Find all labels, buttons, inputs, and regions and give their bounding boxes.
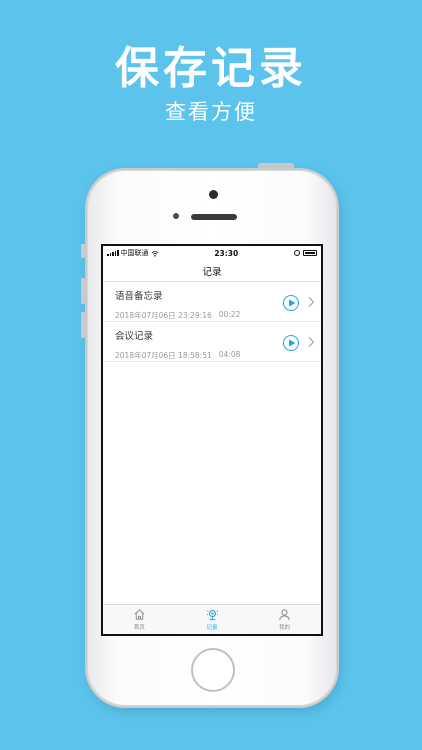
record-row[interactable]: 会议记录 2018年07月06日 18:58:51 04:08 xyxy=(103,322,321,362)
record-icon xyxy=(206,610,218,621)
record-list: 语音备忘录 2018年07月06日 23:29:16 00:22 会议记录 20… xyxy=(103,282,321,362)
home-button[interactable] xyxy=(191,648,235,692)
status-bar: 中国联通 23:30 xyxy=(103,246,321,260)
play-button[interactable] xyxy=(283,335,299,351)
tab-bar: 首页 记录 我的 xyxy=(103,604,321,634)
wifi-icon xyxy=(151,250,158,257)
earpiece-speaker xyxy=(191,214,237,220)
play-button[interactable] xyxy=(283,295,299,311)
tab-home[interactable]: 首页 xyxy=(103,605,176,634)
front-camera xyxy=(209,190,218,199)
status-time: 23:30 xyxy=(214,248,239,258)
home-icon xyxy=(134,609,145,620)
promo-headline: 保存记录 xyxy=(115,43,307,94)
tab-label: 首页 xyxy=(133,625,145,631)
record-duration: 04:08 xyxy=(218,350,241,359)
chevron-right-icon xyxy=(308,337,315,347)
profile-icon xyxy=(279,609,290,621)
tab-label: 记录 xyxy=(206,625,218,631)
battery-icon xyxy=(303,250,317,256)
tab-profile[interactable]: 我的 xyxy=(248,605,321,634)
promo-subline: 查看方便 xyxy=(165,100,257,124)
record-duration: 00:22 xyxy=(218,310,241,319)
play-icon xyxy=(288,339,295,347)
page-title: 记录 xyxy=(202,266,222,278)
record-datetime: 2018年07月06日 23:29:16 xyxy=(115,311,212,320)
orientation-lock-icon xyxy=(294,250,300,256)
proximity-sensor xyxy=(173,213,179,219)
chevron-right-icon xyxy=(308,297,315,307)
record-datetime: 2018年07月06日 18:58:51 xyxy=(115,351,212,360)
play-icon xyxy=(288,299,295,307)
carrier-name: 中国联通 xyxy=(120,249,149,257)
phone-screen: 中国联通 23:30 记录 语音备忘录 2018年07月06日 23:29:16 xyxy=(101,244,323,636)
signal-icon xyxy=(107,250,119,256)
nav-bar: 记录 xyxy=(103,260,321,282)
tab-label: 我的 xyxy=(279,625,291,631)
phone-frame: 中国联通 23:30 记录 语音备忘录 2018年07月06日 23:29:16 xyxy=(85,168,339,708)
record-row[interactable]: 语音备忘录 2018年07月06日 23:29:16 00:22 xyxy=(103,282,321,322)
tab-records[interactable]: 记录 xyxy=(176,605,249,634)
